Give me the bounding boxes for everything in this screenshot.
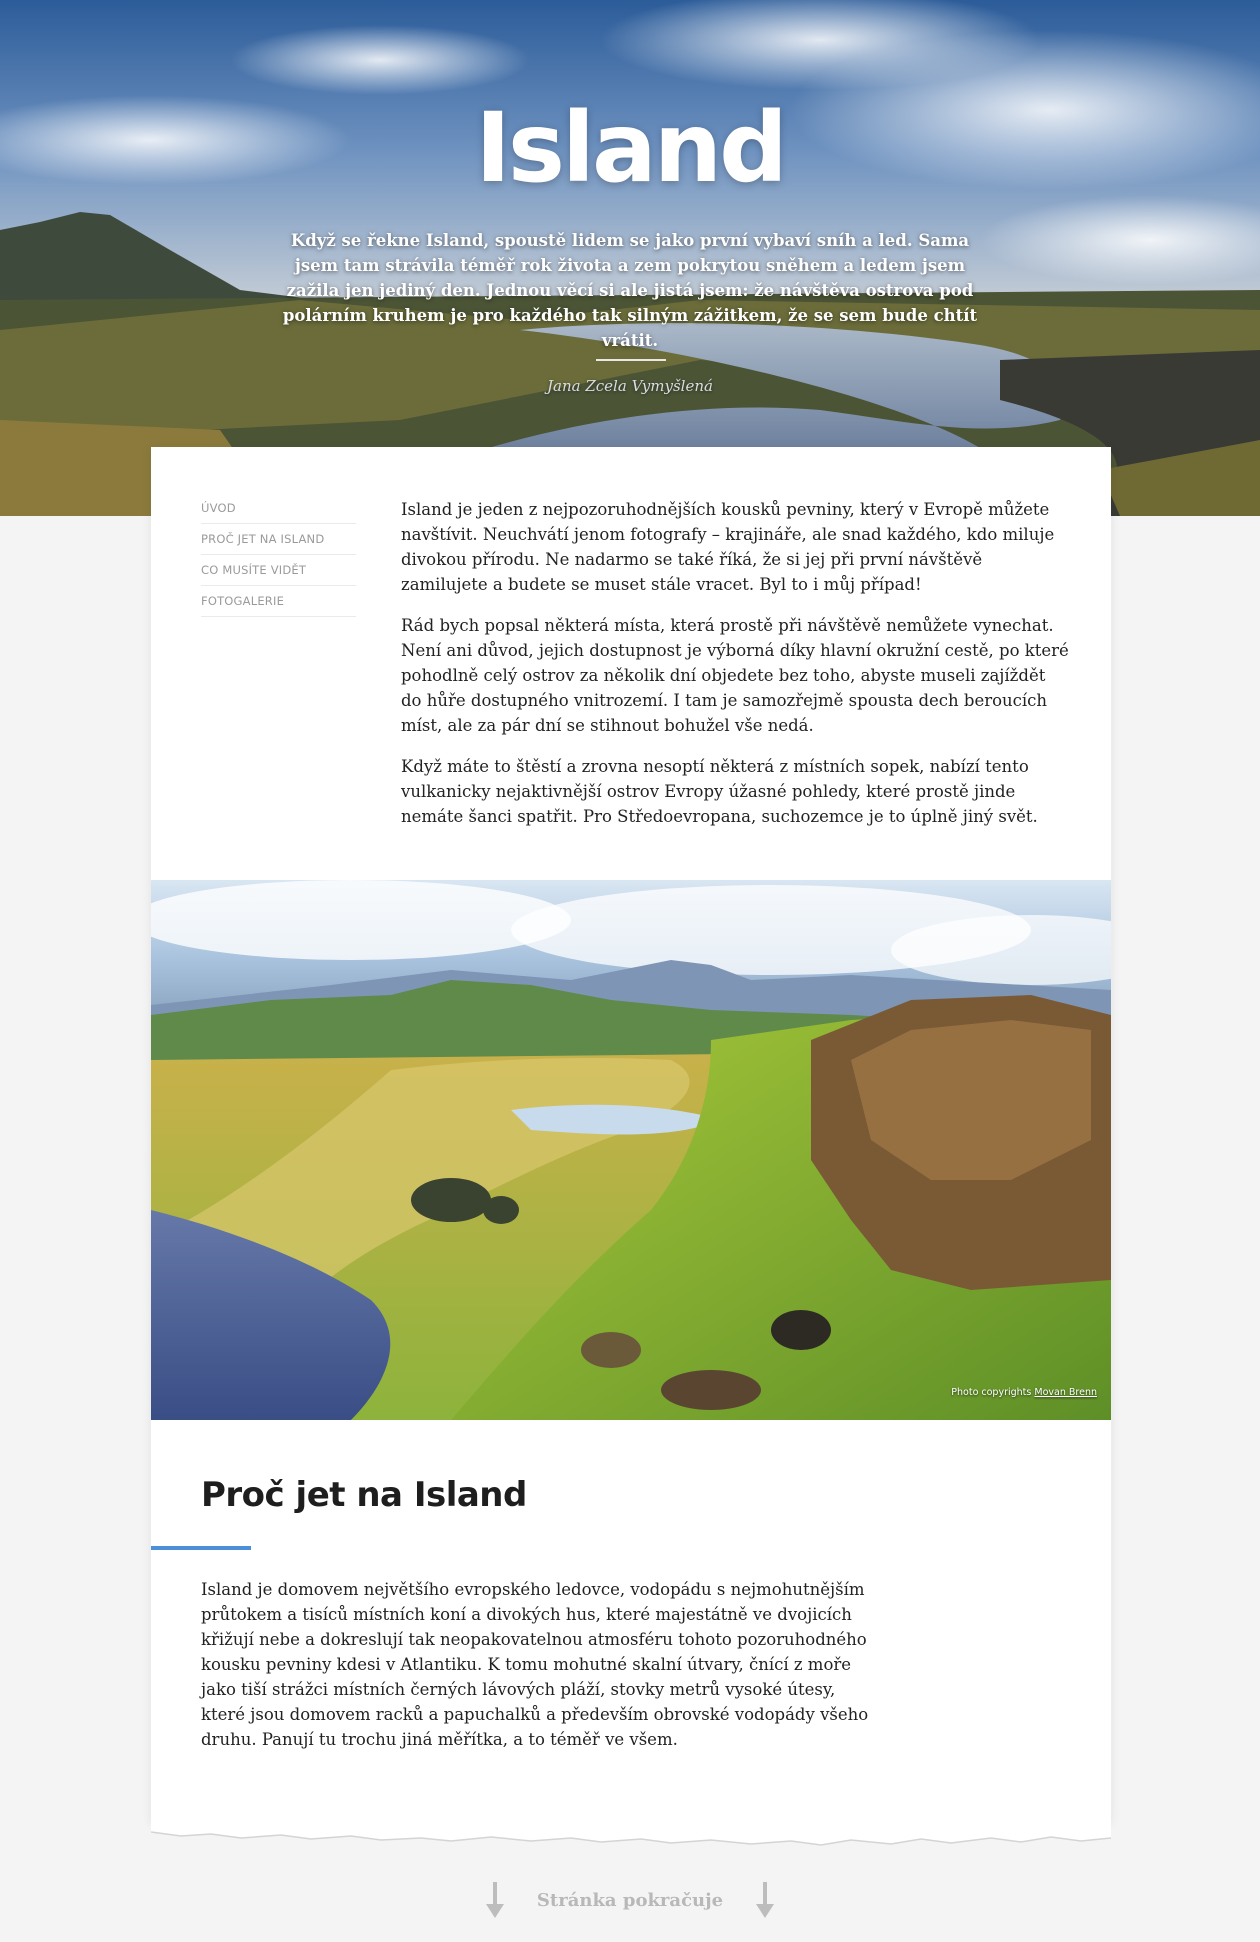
article-card: Úvod Proč jet na Island Co musíte vidět … [151,447,1111,1822]
hero-intro-text: Když se řekne Island, spoustě lidem se j… [282,231,978,350]
landscape-photo-image [151,880,1111,1420]
page-title: Island [475,92,788,204]
hero-author: Jana Zcela Vymyšlená [547,377,713,395]
intro-text: Island je jeden z nejpozoruhodnějších ko… [401,497,1071,845]
arrow-down-icon [756,1882,775,1918]
toc-item-fotogalerie[interactable]: Fotogalerie [201,594,356,617]
landscape-photo: Photo copyrights Movan Brenn [151,880,1111,1420]
photo-credit-author-link[interactable]: Movan Brenn [1034,1387,1097,1398]
table-of-contents: Úvod Proč jet na Island Co musíte vidět … [201,501,356,625]
intro-paragraph: Island je jeden z nejpozoruhodnějších ko… [401,500,1055,594]
continue-label: Stránka pokračuje [536,1889,724,1911]
toc-item-co-musite-videt[interactable]: Co musíte vidět [201,563,356,586]
section-text: Island je domovem největšího evropského … [201,1580,869,1749]
hero: Island Když se řekne Island, spoustě lid… [0,0,1260,516]
toc-item-uvod[interactable]: Úvod [201,501,356,524]
torn-paper-edge [151,1810,1111,1846]
page-continues-indicator[interactable]: Stránka pokračuje [0,1882,1260,1922]
intro-paragraph: Rád bych popsal některá místa, která pro… [401,616,1069,735]
toc-item-proc-jet-na-island[interactable]: Proč jet na Island [201,532,356,555]
section-accent-bar [151,1546,251,1550]
intro-paragraph: Když máte to štěstí a zrovna nesoptí něk… [401,757,1038,826]
photo-credit-prefix: Photo copyrights [951,1387,1032,1398]
photo-credit: Photo copyrights Movan Brenn [951,1387,1097,1398]
arrow-down-icon [485,1882,504,1918]
section-title: Proč jet na Island [201,1475,527,1515]
hero-divider [596,359,666,361]
